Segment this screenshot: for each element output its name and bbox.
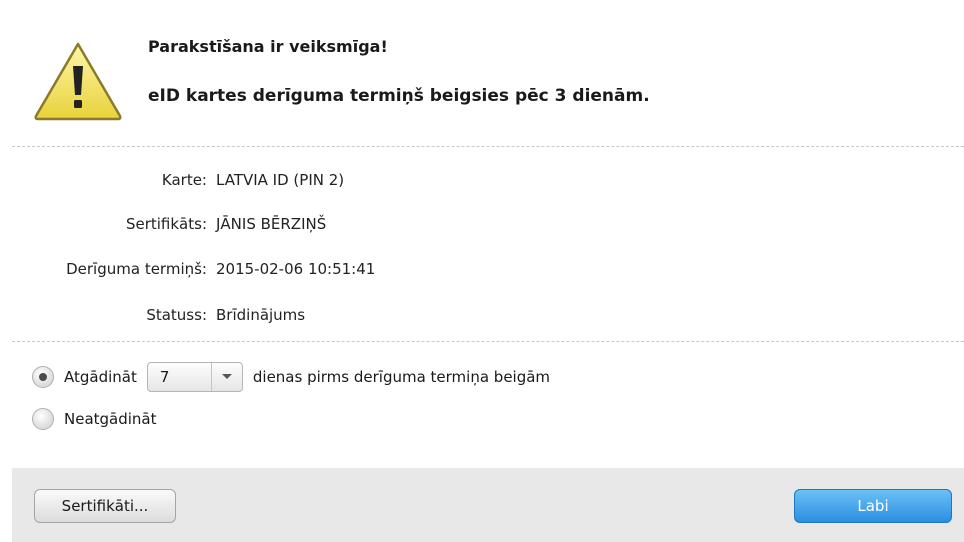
remind-label[interactable]: Atgādināt — [64, 368, 137, 386]
expiry-value: 2015-02-06 10:51:41 — [216, 260, 376, 278]
separator-middle — [12, 341, 964, 342]
no-remind-radio[interactable] — [32, 408, 54, 430]
dialog-footer: Sertifikāti... Labi — [12, 468, 964, 542]
ok-button[interactable]: Labi — [794, 489, 952, 523]
info-row-expiry: Derīguma termiņš: 2015-02-06 10:51:41 — [0, 260, 964, 284]
certificates-button[interactable]: Sertifikāti... — [34, 489, 176, 523]
days-select[interactable]: 7 — [146, 362, 243, 392]
remind-radio[interactable] — [32, 366, 54, 388]
chevron-down-icon[interactable] — [210, 363, 242, 391]
info-row-card: Karte: LATVIA ID (PIN 2) — [0, 171, 964, 195]
info-row-status: Statuss: Brīdinājums — [0, 306, 964, 330]
separator-top — [12, 146, 964, 147]
card-label: Karte: — [161, 171, 207, 189]
no-remind-label[interactable]: Neatgādināt — [64, 410, 157, 428]
radio-selected-dot — [39, 373, 47, 381]
days-select-value: 7 — [159, 368, 170, 386]
expiry-label: Derīguma termiņš: — [66, 260, 207, 278]
info-row-certificate: Sertifikāts: JĀNIS BĒRZIŅŠ — [0, 215, 964, 239]
status-label: Statuss: — [146, 306, 207, 324]
expiry-message: eID kartes derīguma termiņš beigsies pēc… — [148, 86, 650, 106]
card-value: LATVIA ID (PIN 2) — [216, 171, 345, 189]
status-value: Brīdinājums — [216, 306, 306, 324]
no-remind-option[interactable]: Neatgādināt — [32, 404, 157, 434]
dialog-title: Parakstīšana ir veiksmīga! — [148, 37, 388, 56]
certificate-value: JĀNIS BĒRZIŅŠ — [216, 215, 327, 233]
certificate-label: Sertifikāts: — [125, 215, 207, 233]
remind-option[interactable]: Atgādināt 7 dienas pirms derīguma termiņ… — [32, 362, 550, 392]
warning-icon — [34, 42, 122, 121]
signing-result-dialog: Parakstīšana ir veiksmīga! eID kartes de… — [0, 0, 964, 542]
dialog-header: Parakstīšana ir veiksmīga! eID kartes de… — [0, 0, 964, 146]
days-suffix-label: dienas pirms derīguma termiņa beigām — [252, 368, 551, 386]
